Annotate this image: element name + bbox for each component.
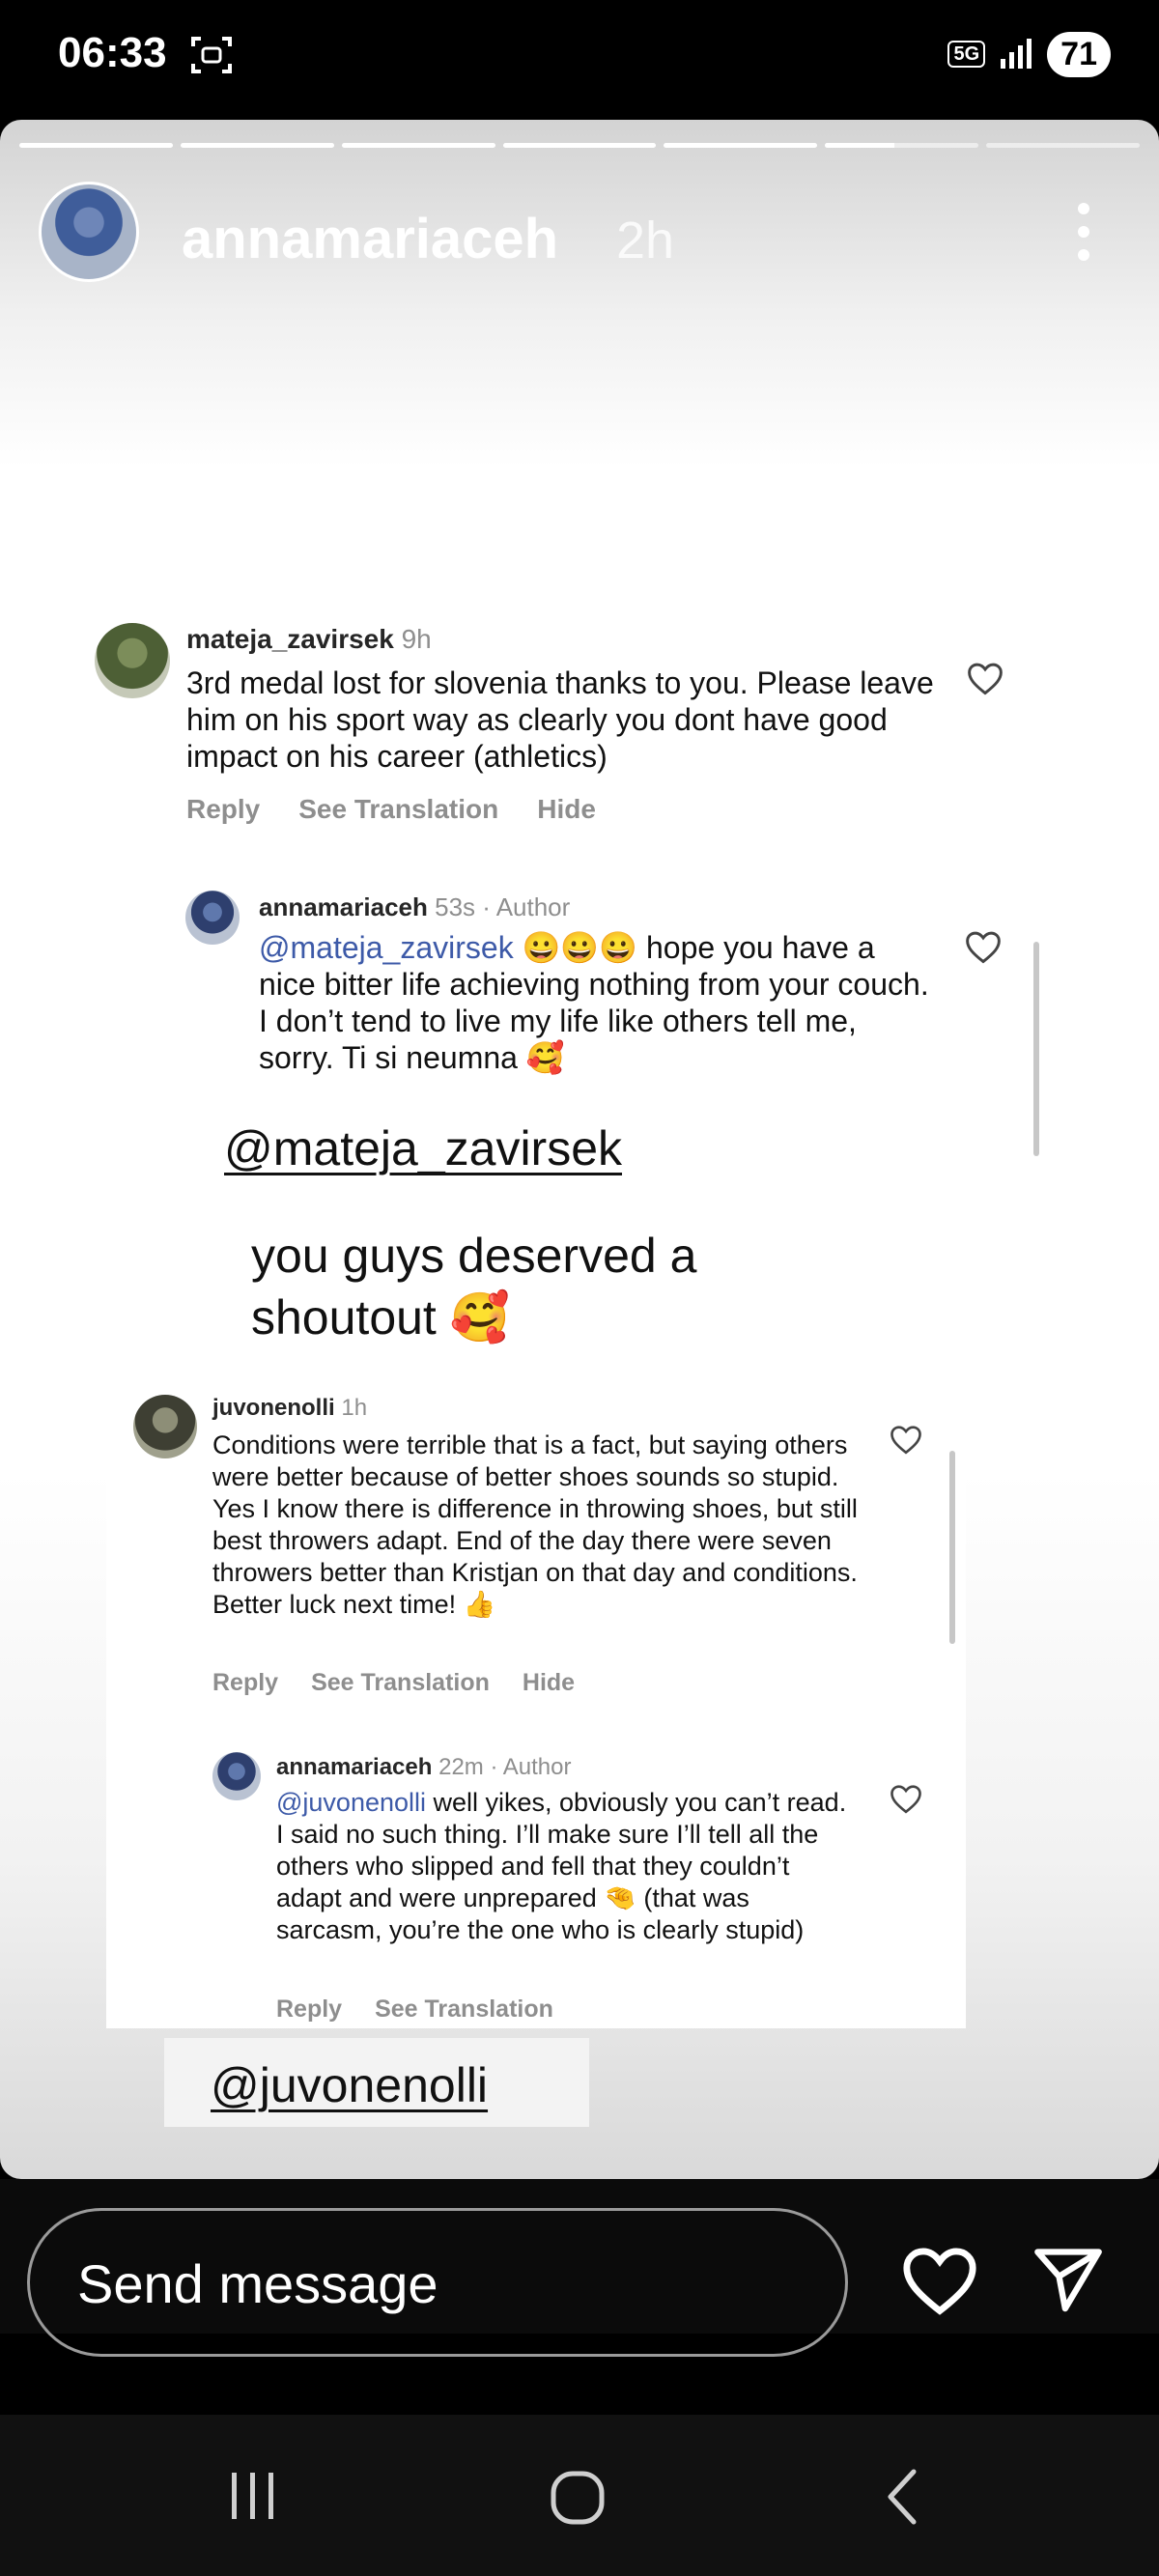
progress-segment bbox=[986, 143, 1141, 148]
network-badge: 5G bbox=[947, 41, 986, 68]
avatar[interactable] bbox=[185, 891, 240, 945]
progress-fill bbox=[180, 143, 334, 148]
heart-icon[interactable] bbox=[900, 2243, 979, 2316]
comment-text: Conditions were terrible that is a fact,… bbox=[212, 1430, 858, 1619]
comment-text: @juvonenolli well yikes, obviously you c… bbox=[276, 1787, 856, 1946]
send-message-placeholder: Send message bbox=[77, 2253, 438, 2314]
signal-icon bbox=[1001, 39, 1032, 69]
progress-segment bbox=[19, 143, 173, 148]
comment-text: 3rd medal lost for slovenia thanks to yo… bbox=[186, 665, 934, 774]
story-username[interactable]: annamariaceh bbox=[182, 207, 558, 271]
avatar[interactable] bbox=[133, 1395, 197, 1458]
clock: 06:33 bbox=[58, 29, 167, 76]
home-icon[interactable] bbox=[549, 2469, 607, 2527]
scrollbar[interactable] bbox=[949, 1451, 955, 1644]
reply-button[interactable]: Reply bbox=[186, 794, 260, 825]
comment-actions: Reply See Translation Hide bbox=[212, 1669, 575, 1697]
mention-link[interactable]: @juvonenolli bbox=[276, 1788, 426, 1817]
hide-button[interactable]: Hide bbox=[537, 794, 596, 825]
comment-username[interactable]: annamariaceh bbox=[276, 1754, 432, 1780]
comment-actions: Reply See Translation bbox=[276, 1996, 553, 2024]
progress-segment bbox=[825, 143, 979, 148]
progress-fill bbox=[825, 143, 894, 148]
story-time: 2h bbox=[616, 212, 675, 269]
comment-text: @mateja_zavirsek 😀😀😀 hope you have a nic… bbox=[259, 929, 935, 1076]
comment-time: 1h bbox=[341, 1395, 368, 1421]
story-avatar[interactable] bbox=[39, 182, 139, 282]
comment-username[interactable]: mateja_zavirsek bbox=[186, 624, 394, 654]
progress-segment bbox=[502, 143, 657, 148]
heart-icon[interactable] bbox=[966, 661, 1004, 695]
comment-time: 9h bbox=[401, 624, 432, 654]
avatar[interactable] bbox=[212, 1752, 261, 1800]
hide-button[interactable]: Hide bbox=[523, 1669, 575, 1697]
comment-header: annamariaceh 53s · Author bbox=[259, 892, 570, 922]
progress-fill bbox=[19, 143, 173, 148]
see-translation-button[interactable]: See Translation bbox=[311, 1669, 490, 1697]
comment-header: juvonenolli 1h bbox=[212, 1395, 367, 1422]
progress-fill bbox=[341, 143, 495, 148]
more-vertical-icon[interactable] bbox=[1078, 203, 1091, 261]
progress-segment bbox=[664, 143, 818, 148]
comment-username[interactable]: juvonenolli bbox=[212, 1395, 335, 1421]
mention-sticker[interactable]: @juvonenolli bbox=[211, 2057, 488, 2113]
reply-button[interactable]: Reply bbox=[212, 1669, 278, 1697]
screenshot-icon bbox=[191, 37, 232, 73]
comment-username[interactable]: annamariaceh bbox=[259, 892, 428, 921]
heart-icon[interactable] bbox=[889, 1424, 923, 1455]
mention-sticker[interactable]: @mateja_zavirsek bbox=[224, 1120, 622, 1176]
avatar[interactable] bbox=[95, 623, 170, 698]
progress-segment bbox=[180, 143, 334, 148]
comment-header: annamariaceh 22m · Author bbox=[276, 1754, 572, 1781]
battery-indicator: 71 bbox=[1047, 31, 1111, 77]
see-translation-button[interactable]: See Translation bbox=[298, 794, 498, 825]
progress-segment bbox=[341, 143, 495, 148]
comment-header: mateja_zavirsek 9h bbox=[186, 624, 432, 655]
status-icons: 5G 71 bbox=[947, 27, 1111, 81]
status-bar: 06:33 5G 71 bbox=[0, 0, 1159, 116]
progress-fill bbox=[664, 143, 818, 148]
shoutout-text: you guys deserved a shoutout 🥰 bbox=[251, 1229, 697, 1345]
progress-fill bbox=[502, 143, 657, 148]
recent-apps-icon[interactable] bbox=[226, 2469, 280, 2523]
back-icon[interactable] bbox=[883, 2467, 921, 2527]
system-nav-bar bbox=[0, 2415, 1159, 2576]
see-translation-button[interactable]: See Translation bbox=[375, 1996, 553, 2024]
comment-actions: Reply See Translation Hide bbox=[186, 794, 596, 825]
scrollbar[interactable] bbox=[1033, 942, 1039, 1156]
paper-plane-icon[interactable] bbox=[1030, 2243, 1107, 2316]
heart-icon[interactable] bbox=[889, 1783, 923, 1814]
mention-link[interactable]: @mateja_zavirsek bbox=[259, 930, 514, 965]
comment-meta: 22m · Author bbox=[438, 1754, 572, 1780]
heart-icon[interactable] bbox=[964, 929, 1003, 964]
story-progress bbox=[19, 143, 1141, 148]
reply-button[interactable]: Reply bbox=[276, 1996, 342, 2024]
comment-meta: 53s · Author bbox=[435, 892, 571, 921]
